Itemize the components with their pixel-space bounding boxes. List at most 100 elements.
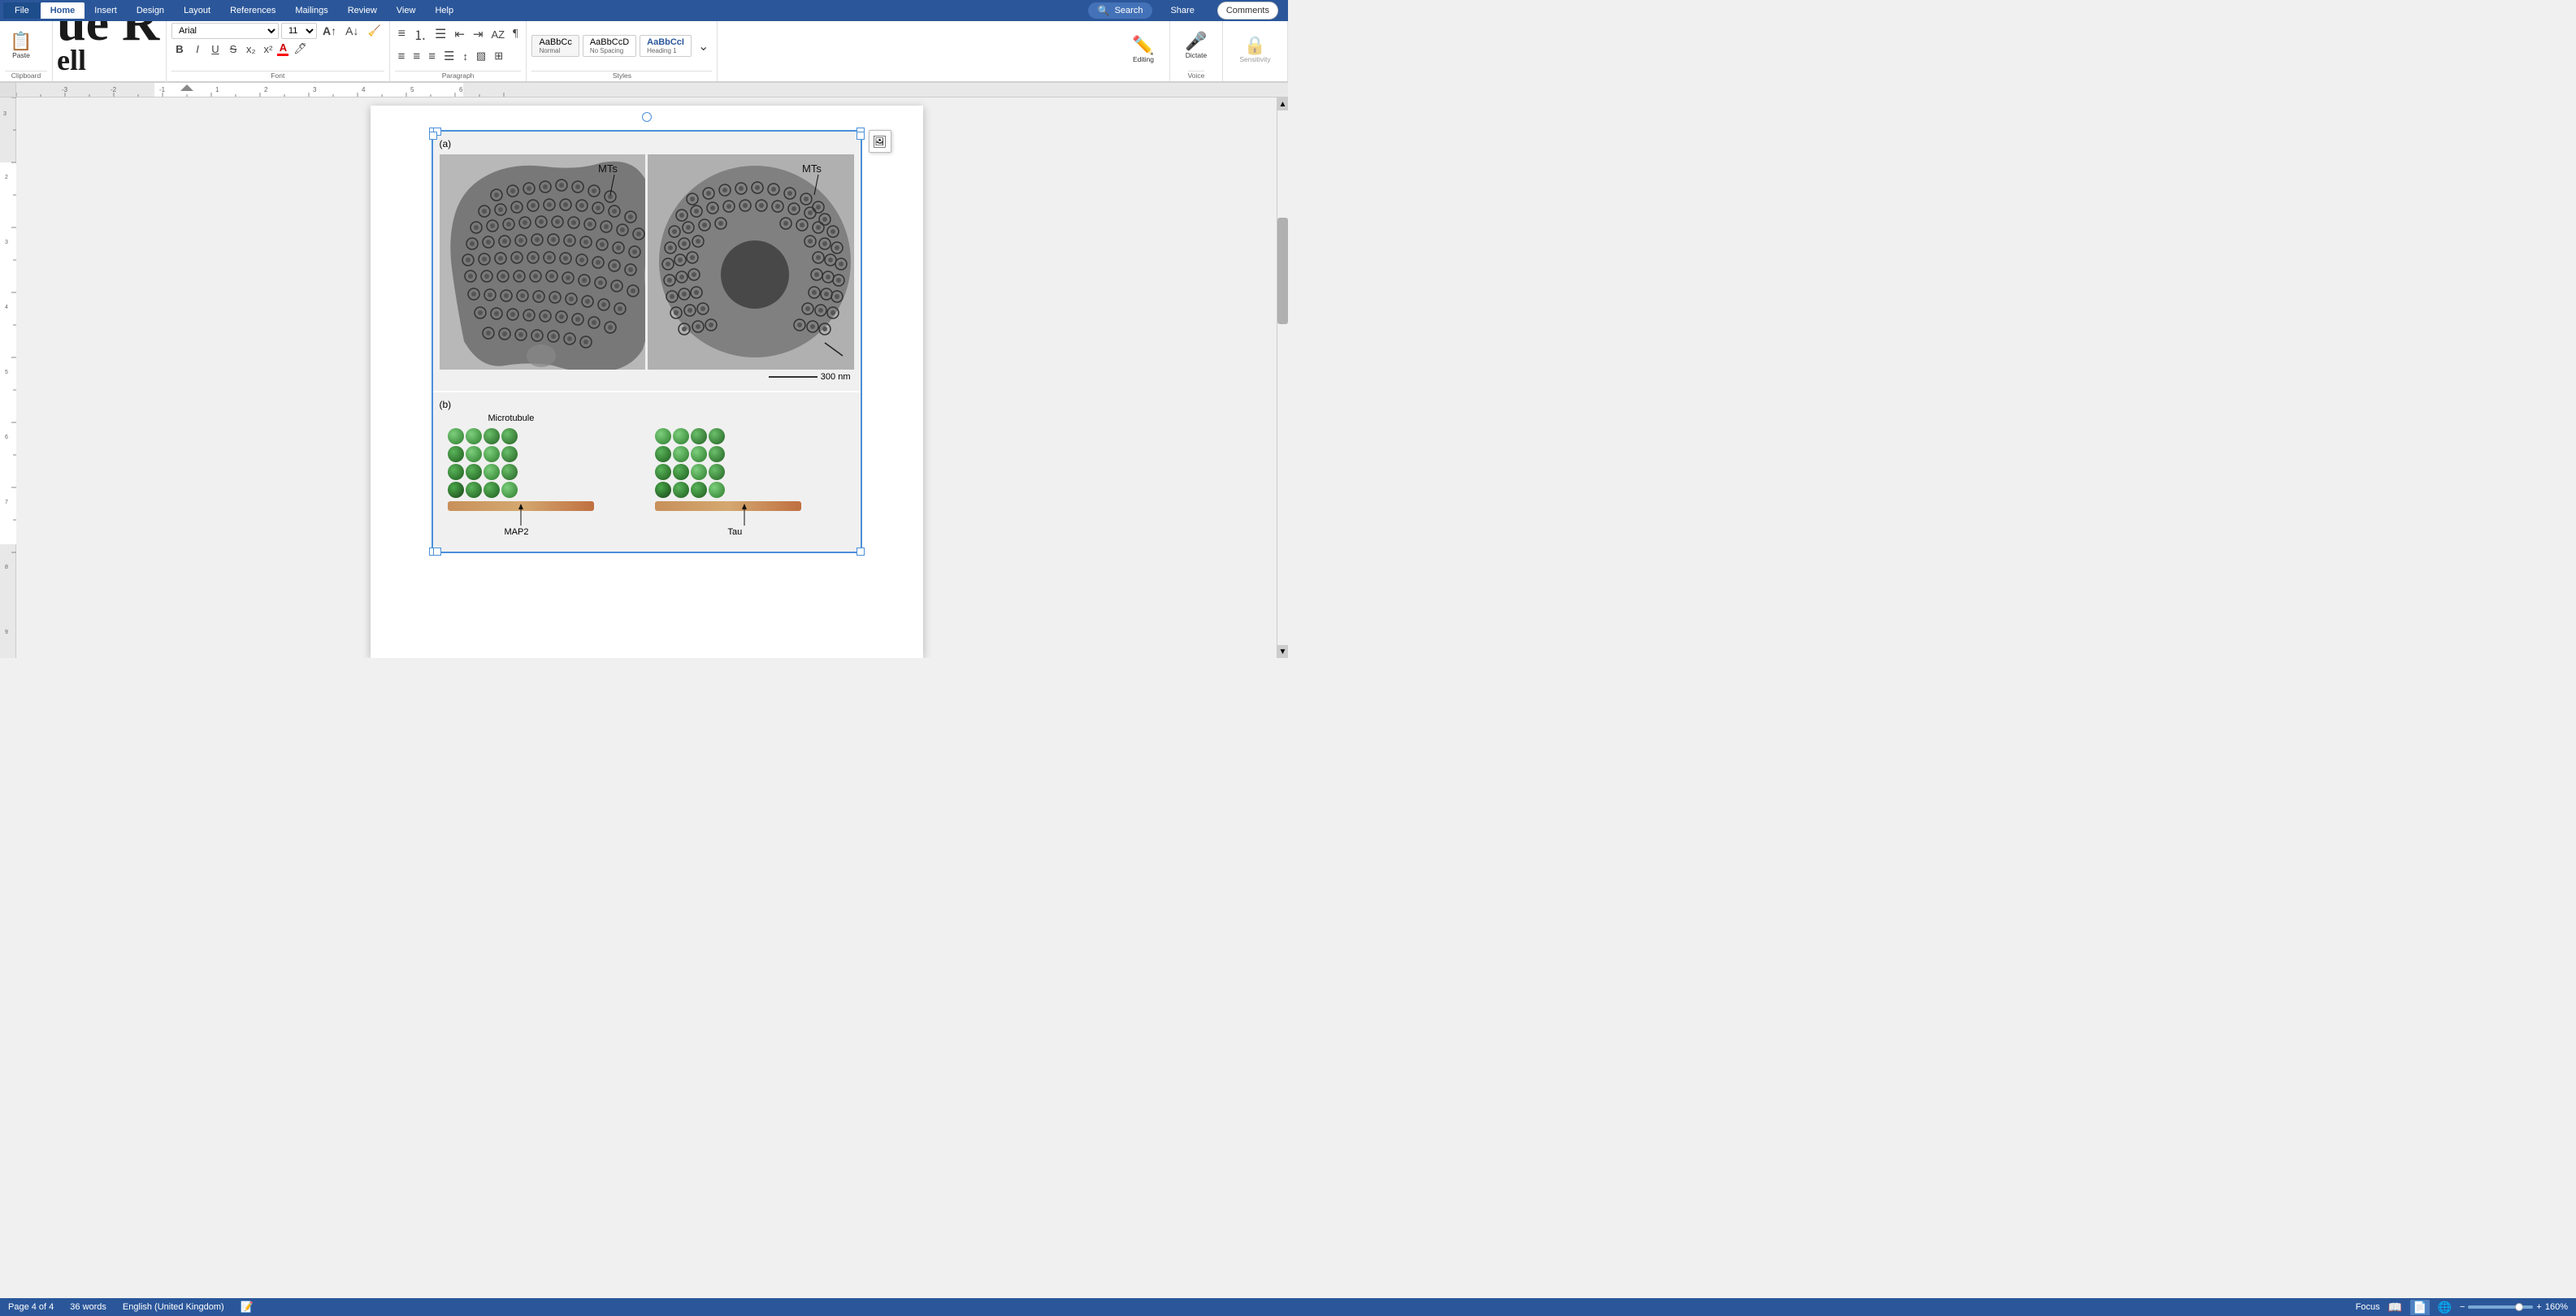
justify-icon[interactable]: ☰ [440, 47, 458, 65]
strikethrough-button[interactable]: S [225, 41, 241, 57]
svg-text:6: 6 [459, 86, 463, 93]
style-no-spacing[interactable]: AaBbCcDNo Spacing [583, 35, 636, 57]
font-color-button[interactable]: A [277, 41, 288, 56]
right-scrollbar[interactable]: ▲ ▼ [1277, 97, 1288, 658]
editing-button[interactable]: ✏️ Editing [1128, 35, 1158, 65]
figure-b-label: (b) [440, 399, 854, 410]
svg-text:-3: -3 [62, 86, 68, 93]
sensitivity-icon: 🔒 [1244, 37, 1266, 54]
diagram-right: . [647, 413, 854, 545]
svg-text:5: 5 [410, 86, 414, 93]
font-name-select[interactable]: Arial [172, 24, 278, 38]
font-grow-icon[interactable]: A↑ [319, 23, 340, 39]
superscript-button[interactable]: x² [261, 41, 276, 57]
layout-options-icon: 🖼 [873, 135, 887, 149]
word-count: 36 words [70, 1302, 106, 1312]
italic-button[interactable]: I [189, 41, 206, 57]
em-svg-right: MTs [648, 154, 854, 370]
sensitivity-button[interactable]: 🔒 Sensitivity [1235, 35, 1274, 65]
tab-layout[interactable]: Layout [174, 2, 220, 19]
dictate-icon: 🎤 [1185, 32, 1207, 50]
tab-insert[interactable]: Insert [85, 2, 127, 19]
handle-bottom-right[interactable] [856, 548, 865, 556]
clear-formatting-icon[interactable]: 🧹 [364, 23, 384, 39]
ruler-svg: -3 -2 -1 1 2 3 4 5 6 [16, 83, 1288, 97]
rotate-handle[interactable] [642, 112, 652, 122]
comments-button[interactable]: Comments [1217, 2, 1278, 19]
handle-mid-right[interactable] [856, 132, 865, 140]
layout-options-button[interactable]: 🖼 [869, 130, 891, 153]
figure-panel-a: (a) [433, 132, 861, 391]
mt-cylinder-right [655, 428, 725, 498]
tab-review[interactable]: Review [338, 2, 387, 19]
tab-help[interactable]: Help [425, 2, 463, 19]
align-center-icon[interactable]: ≡ [410, 47, 423, 65]
share-button[interactable]: Share [1159, 2, 1205, 19]
ruler-vertical-svg: 2 3 4 5 6 7 8 9 3 [0, 97, 16, 658]
ribbon-group-styles: AaBbCcNormal AaBbCcDNo Spacing AaBbCcIHe… [527, 21, 718, 81]
align-right-icon[interactable]: ≡ [425, 47, 439, 65]
show-marks-icon[interactable]: ¶ [510, 23, 521, 45]
em-images-row: MTs [440, 154, 854, 370]
zoom-slider[interactable] [2468, 1305, 2533, 1309]
font-size-select[interactable]: 11 [282, 24, 316, 38]
ruler-horizontal: -3 -2 -1 1 2 3 4 5 6 [16, 83, 1288, 97]
svg-text:2: 2 [5, 175, 8, 180]
line-spacing-icon[interactable]: ↕ [459, 47, 471, 65]
handle-mid-left[interactable] [429, 132, 437, 140]
subscript-button[interactable]: x₂ [243, 41, 259, 57]
list-bullets-icon[interactable]: ≡ [395, 23, 409, 45]
zoom-in-button[interactable]: + [2536, 1302, 2541, 1312]
handle-bottom-center[interactable] [433, 548, 441, 556]
right-ribbon-groups: ✏️ Editing 🎤 Dictate Voice [1117, 21, 1288, 81]
editing-icon: ✏️ [1132, 37, 1154, 54]
sort-icon[interactable]: AZ [488, 23, 509, 45]
shading-icon[interactable]: ▧ [473, 47, 489, 65]
text-highlight-button[interactable]: 🖊 [290, 41, 310, 57]
style-heading1[interactable]: AaBbCcIHeading 1 [640, 35, 692, 57]
tab-home[interactable]: Home [41, 2, 85, 19]
tab-design[interactable]: Design [127, 2, 174, 19]
document-canvas[interactable]: (a) [16, 97, 1277, 658]
underline-button[interactable]: U [207, 41, 223, 57]
zoom-thumb[interactable] [2515, 1303, 2523, 1311]
figure-container: (a) [432, 130, 862, 553]
paste-icon: 📋 [10, 32, 32, 50]
tab-view[interactable]: View [387, 2, 426, 19]
print-layout-icon[interactable]: 📄 [2410, 1300, 2429, 1315]
web-layout-icon[interactable]: 🌐 [2438, 1301, 2452, 1314]
font-shrink-icon[interactable]: A↓ [342, 23, 362, 39]
tab-file[interactable]: File [3, 2, 41, 19]
style-normal[interactable]: AaBbCcNormal [531, 35, 579, 57]
zoom-level: 160% [2545, 1302, 2568, 1312]
svg-text:MTs: MTs [598, 162, 618, 175]
multilevel-list-icon[interactable]: ☰ [432, 23, 449, 45]
focus-button[interactable]: Focus [2356, 1302, 2380, 1312]
scroll-thumb[interactable] [1277, 218, 1288, 325]
paste-button[interactable]: 📋 Paste [5, 31, 37, 61]
dictate-button[interactable]: 🎤 Dictate [1181, 31, 1211, 61]
read-mode-icon[interactable]: 📖 [2388, 1301, 2402, 1314]
indent-increase-icon[interactable]: ⇥ [470, 23, 487, 45]
list-number-icon[interactable]: ⒈ [410, 23, 430, 45]
figure-a-label: (a) [440, 138, 854, 149]
zoom-control[interactable]: − + 160% [2460, 1302, 2568, 1312]
scroll-up-button[interactable]: ▲ [1277, 97, 1288, 110]
proofing-icon[interactable]: 📝 [241, 1301, 254, 1314]
borders-icon[interactable]: ⊞ [491, 47, 506, 65]
scroll-down-button[interactable]: ▼ [1277, 645, 1288, 658]
scroll-track[interactable] [1277, 110, 1288, 645]
bold-button[interactable]: B [171, 41, 188, 57]
align-left-icon[interactable]: ≡ [395, 47, 409, 65]
ruler-vertical: 2 3 4 5 6 7 8 9 3 [0, 97, 16, 658]
map2-arrow-svg [505, 497, 553, 530]
svg-text:1: 1 [215, 86, 219, 93]
zoom-out-button[interactable]: − [2460, 1302, 2465, 1312]
styles-expand-icon[interactable]: ⌄ [695, 37, 712, 56]
ribbon-group-editing: ✏️ Editing [1117, 21, 1170, 81]
indent-decrease-icon[interactable]: ⇤ [451, 23, 468, 45]
language-indicator[interactable]: English (United Kingdom) [123, 1302, 224, 1312]
tab-mailings[interactable]: Mailings [285, 2, 337, 19]
font-group-label: Font [171, 71, 384, 81]
tab-references[interactable]: References [220, 2, 285, 19]
